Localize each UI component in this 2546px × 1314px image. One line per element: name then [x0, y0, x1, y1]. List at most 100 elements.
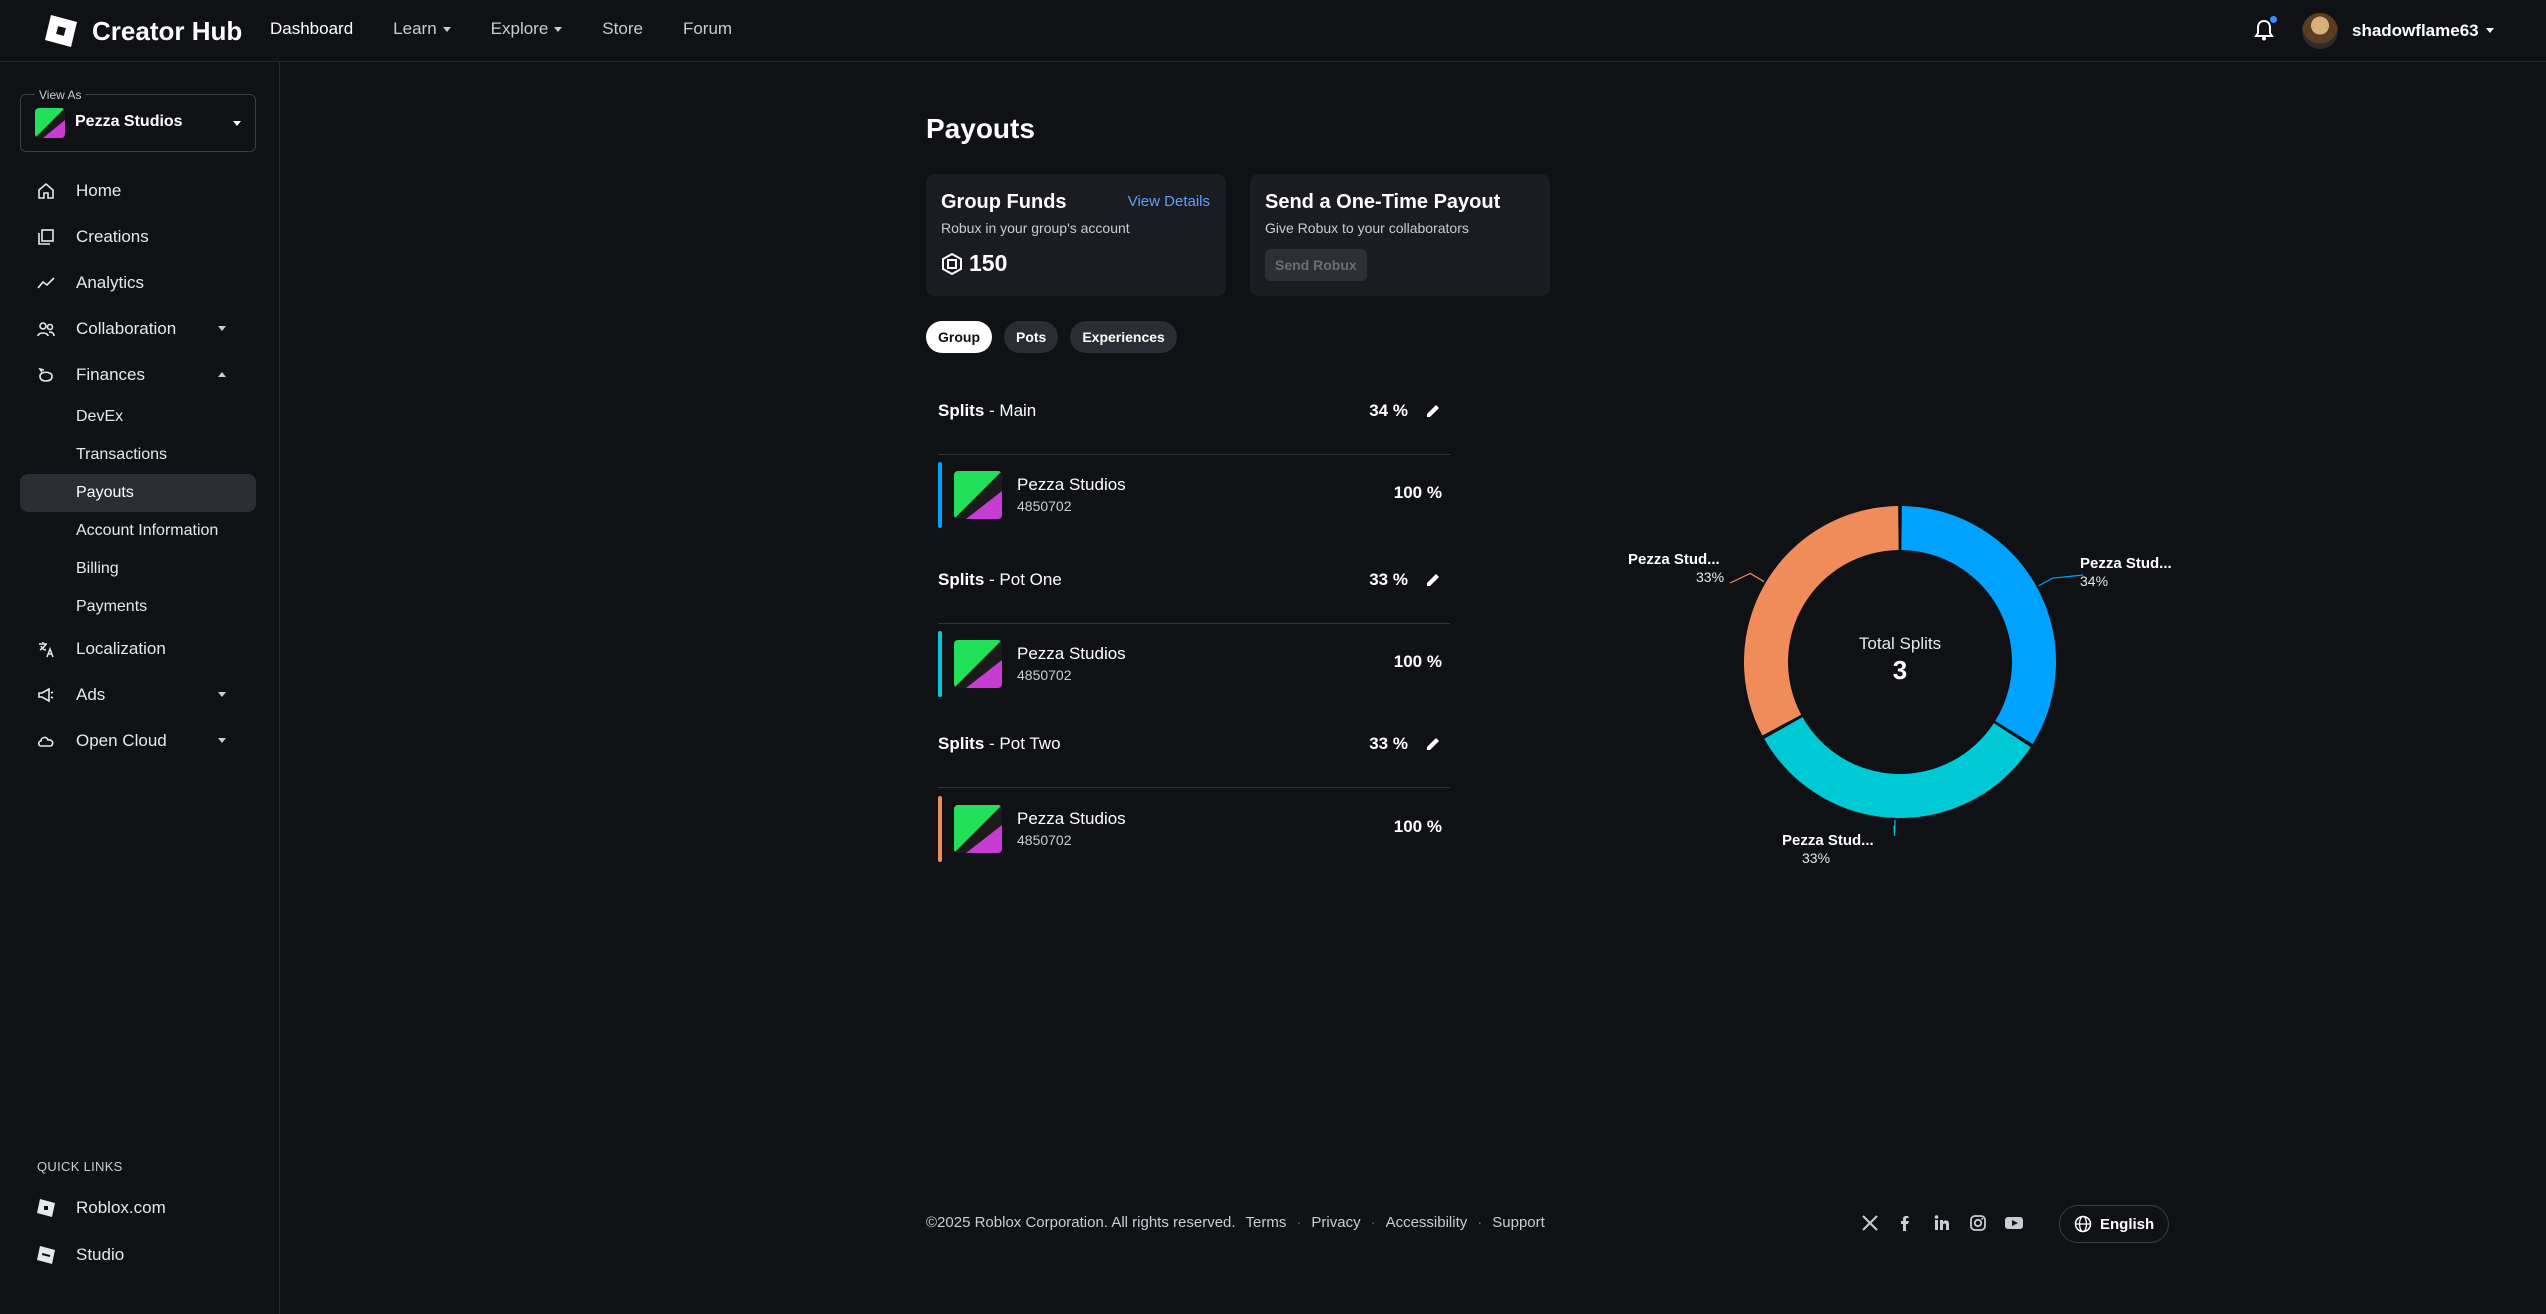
pencil-icon[interactable]: [1424, 571, 1442, 589]
roblox-logo-icon: [44, 14, 78, 48]
footer-link-terms[interactable]: Terms: [1246, 1214, 1287, 1231]
chevron-down-icon: [218, 326, 226, 331]
chart-center-label: Total Splits: [1858, 634, 1942, 653]
sidebar-item-localization[interactable]: Localization: [20, 626, 256, 672]
sidebar-item-payouts[interactable]: Payouts: [20, 474, 256, 512]
donut-slice[interactable]: [1901, 506, 2056, 745]
split-percent-value: 33: [1369, 570, 1389, 589]
studio-icon: [36, 1245, 56, 1265]
side-nav: Home Creations Analytics Collaboration F…: [20, 168, 256, 764]
nav-forum[interactable]: Forum: [683, 19, 732, 39]
percent-sign: %: [1426, 483, 1442, 502]
donut-slice[interactable]: [1764, 717, 2031, 818]
top-bar: Creator Hub Dashboard Learn Explore Stor…: [0, 0, 2546, 62]
sidebar-item-transactions[interactable]: Transactions: [20, 436, 256, 474]
x-icon[interactable]: [1860, 1213, 1880, 1233]
nav-explore[interactable]: Explore: [491, 19, 563, 39]
creations-icon: [36, 227, 56, 247]
sidebar-item-billing[interactable]: Billing: [20, 550, 256, 588]
sidebar-item-label: Open Cloud: [76, 731, 167, 750]
sidebar-item-open-cloud[interactable]: Open Cloud: [20, 718, 256, 764]
percent-sign: %: [1392, 570, 1408, 589]
username[interactable]: shadowflame63: [2352, 21, 2479, 41]
slice-percent: 33%: [1696, 569, 1725, 585]
nav-forum-label: Forum: [682, 19, 733, 38]
notification-dot: [2270, 16, 2277, 23]
split-color-bar: [938, 462, 942, 528]
footer-link-support[interactable]: Support: [1492, 1214, 1545, 1231]
split-header-main: Splits - Main 34 %: [938, 391, 1450, 431]
split-color-bar: [938, 796, 942, 862]
app-title: Creator Hub: [92, 15, 243, 46]
member-percent: 100 %: [1394, 483, 1442, 503]
quick-links-title: QUICK LINKS: [37, 1159, 123, 1174]
linkedin-icon[interactable]: [1932, 1213, 1952, 1233]
split-member-row: Pezza Studios 4850702 100 %: [938, 462, 1450, 528]
tab-group[interactable]: Group: [926, 321, 992, 353]
quick-link-roblox[interactable]: Roblox.com: [20, 1186, 256, 1230]
cloud-icon: [36, 731, 56, 751]
social-links: [1860, 1213, 2024, 1233]
separator: ·: [1477, 1214, 1483, 1231]
ads-icon: [36, 685, 56, 705]
nav-dashboard-label: Dashboard: [270, 19, 354, 38]
percent-sign: %: [1392, 734, 1408, 753]
split-name: - Main: [989, 401, 1037, 420]
page-title: Payouts: [926, 113, 1035, 144]
globe-icon: [2074, 1215, 2092, 1233]
nav-store[interactable]: Store: [602, 19, 643, 39]
nav-learn[interactable]: Learn: [393, 19, 451, 39]
robux-icon: [942, 252, 962, 275]
nav-dashboard[interactable]: Dashboard: [270, 19, 353, 39]
quick-link-label: Roblox.com: [76, 1198, 166, 1217]
sidebar-item-collaboration[interactable]: Collaboration: [20, 306, 256, 352]
sidebar-item-label: Collaboration: [76, 319, 177, 338]
pencil-icon[interactable]: [1424, 735, 1442, 753]
sidebar-item-payments[interactable]: Payments: [20, 588, 256, 626]
instagram-icon[interactable]: [1968, 1213, 1988, 1233]
chevron-down-icon: [442, 26, 451, 32]
facebook-icon[interactable]: [1896, 1213, 1916, 1233]
sidebar-item-analytics[interactable]: Analytics: [20, 260, 256, 306]
sidebar-item-devex[interactable]: DevEx: [20, 398, 256, 436]
avatar[interactable]: [2302, 13, 2338, 49]
sidebar-item-creations[interactable]: Creations: [20, 214, 256, 260]
slice-percent: 33%: [1802, 850, 1831, 866]
divider: [938, 454, 1450, 455]
split-prefix: Splits: [938, 734, 985, 753]
split-member-row: Pezza Studios 4850702 100 %: [938, 796, 1450, 862]
tab-pots[interactable]: Pots: [1004, 321, 1059, 353]
youtube-icon[interactable]: [2004, 1213, 2024, 1233]
chevron-down-icon: [218, 738, 226, 743]
chevron-down-icon[interactable]: [2486, 28, 2494, 33]
slice-leader-line: [1893, 819, 1896, 836]
creator-hub-logo[interactable]: Creator Hub: [44, 14, 242, 48]
tab-experiences[interactable]: Experiences: [1070, 321, 1177, 353]
quick-link-label: Studio: [76, 1245, 125, 1264]
split-percent: 33 %: [1369, 734, 1408, 754]
donut-slice[interactable]: [1744, 506, 1899, 736]
footer-link-privacy[interactable]: Privacy: [1311, 1214, 1360, 1231]
split-prefix: Splits: [938, 401, 985, 420]
group-funds-card: Group Funds View Details Robux in your g…: [926, 174, 1226, 296]
language-selector[interactable]: English: [2059, 1205, 2170, 1243]
view-as-selector[interactable]: View As Pezza Studios: [20, 88, 256, 152]
pencil-icon[interactable]: [1424, 402, 1442, 420]
send-robux-button[interactable]: Send Robux: [1265, 249, 1367, 281]
sidebar-item-finances[interactable]: Finances: [20, 352, 256, 398]
collaboration-icon: [36, 319, 56, 339]
sidebar-item-label: Finances: [76, 365, 145, 384]
sidebar-item-home[interactable]: Home: [20, 168, 256, 214]
sidebar-item-label: Creations: [76, 227, 149, 246]
footer: ©2025 Roblox Corporation. All rights res…: [926, 1214, 1545, 1231]
quick-link-studio[interactable]: Studio: [20, 1233, 256, 1277]
sidebar-item-account-information[interactable]: Account Information: [20, 512, 256, 550]
sidebar-item-ads[interactable]: Ads: [20, 672, 256, 718]
member-id: 4850702: [1017, 498, 1072, 514]
view-details-link[interactable]: View Details: [1128, 193, 1210, 210]
sidebar-item-label: Analytics: [76, 273, 145, 292]
footer-link-accessibility[interactable]: Accessibility: [1386, 1214, 1468, 1231]
home-icon: [36, 181, 56, 201]
split-percent-value: 34: [1369, 401, 1389, 420]
member-name: Pezza Studios: [1017, 809, 1126, 828]
